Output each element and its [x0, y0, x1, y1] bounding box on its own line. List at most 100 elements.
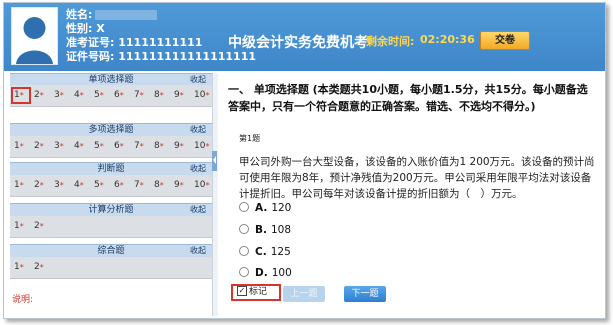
answer-option[interactable]: D. 100	[239, 266, 292, 280]
question-link[interactable]: 4*	[72, 178, 90, 193]
section-header: 多项选择题 收起	[10, 123, 212, 137]
radio-icon[interactable]	[239, 246, 249, 256]
question-link-number: 10	[194, 90, 206, 100]
unanswered-star: *	[39, 181, 44, 190]
collapse-section-link[interactable]: 收起	[190, 124, 206, 136]
section-title: 综合题	[97, 246, 125, 256]
question-link[interactable]: 3*	[52, 88, 70, 103]
collapse-section-link[interactable]: 收起	[190, 163, 206, 175]
mark-checkbox[interactable]: ✓ 标记	[231, 284, 281, 301]
radio-icon[interactable]	[239, 202, 249, 212]
question-number-row: 1* 2* 3* 4* 5* 6* 7* 8* 9* 10*	[10, 85, 212, 107]
question-link[interactable]: 9*	[172, 178, 190, 193]
unanswered-star: *	[19, 181, 24, 190]
question-link[interactable]: 2*	[32, 178, 50, 193]
question-link[interactable]: 5*	[92, 178, 110, 193]
collapse-section-link[interactable]: 收起	[190, 245, 206, 257]
unanswered-star: *	[39, 91, 44, 100]
avatar	[11, 7, 58, 65]
unanswered-star: *	[205, 181, 210, 190]
unanswered-star: *	[179, 142, 184, 151]
unanswered-star: *	[159, 142, 164, 151]
prev-question-button[interactable]: 上一题	[283, 286, 325, 302]
question-link[interactable]: 4*	[72, 88, 90, 103]
unanswered-star: *	[59, 181, 64, 190]
submit-button[interactable]: 交卷	[480, 31, 530, 50]
question-number-row: 1* 2*	[10, 257, 212, 279]
unanswered-star: *	[79, 142, 84, 151]
unanswered-star: *	[59, 142, 64, 151]
question-link-number: 10	[194, 180, 206, 190]
section-title: 计算分析题	[88, 205, 134, 215]
question-link[interactable]: 2*	[32, 260, 50, 275]
question-link[interactable]: 1*	[12, 260, 30, 275]
timer-label: 剩余时间:	[366, 35, 415, 48]
answer-option[interactable]: B. 108	[239, 223, 291, 237]
unanswered-star: *	[119, 142, 124, 151]
question-link[interactable]: 9*	[172, 88, 190, 103]
unanswered-star: *	[139, 91, 144, 100]
question-link[interactable]: 6*	[112, 178, 130, 193]
question-link[interactable]: 2*	[32, 139, 50, 154]
unanswered-star: *	[99, 91, 104, 100]
question-link[interactable]: 1*	[11, 87, 31, 104]
radio-icon[interactable]	[239, 267, 249, 277]
question-link[interactable]: 1*	[12, 219, 30, 234]
unanswered-star: *	[79, 91, 84, 100]
checkbox-icon[interactable]: ✓	[237, 285, 247, 296]
timer-value: 02:20:36	[420, 33, 475, 46]
question-navigator: 单项选择题 收起 1* 2* 3* 4* 5* 6* 7* 8* 9* 10* 多项选择题 收起 1* 2* 3…	[10, 73, 212, 316]
option-value: 108	[271, 224, 292, 236]
question-link[interactable]: 7*	[132, 178, 150, 193]
unanswered-star: *	[19, 91, 24, 100]
option-key: D.	[255, 267, 268, 279]
option-key: C.	[255, 246, 267, 258]
question-link[interactable]: 5*	[92, 88, 110, 103]
question-link[interactable]: 7*	[132, 139, 150, 154]
section-title: 多项选择题	[88, 125, 134, 135]
question-link[interactable]: 8*	[152, 139, 170, 154]
question-number-row: 1* 2* 3* 4* 5* 6* 7* 8* 9* 10*	[10, 136, 212, 158]
question-link-number: 10	[194, 141, 206, 151]
unanswered-star: *	[179, 181, 184, 190]
question-link[interactable]: 2*	[32, 88, 50, 103]
question-link[interactable]: 6*	[112, 88, 130, 103]
section-header: 综合题 收起	[10, 244, 212, 258]
name-redacted	[95, 10, 158, 20]
question-link[interactable]: 3*	[52, 178, 70, 193]
question-stem: 甲公司外购一台大型设备，该设备的入账价值为1 200万元。该设备的预计尚可使用年…	[239, 156, 595, 200]
radio-icon[interactable]	[239, 224, 249, 234]
person-silhouette-icon	[12, 8, 57, 64]
arrow-left-icon	[213, 156, 216, 164]
unanswered-star: *	[179, 91, 184, 100]
question-link[interactable]: 1*	[12, 178, 30, 193]
option-key: B.	[255, 224, 267, 236]
question-link[interactable]: 5*	[92, 139, 110, 154]
question-link[interactable]: 1*	[12, 139, 30, 154]
unanswered-star: *	[205, 142, 210, 151]
question-link[interactable]: 8*	[152, 178, 170, 193]
panel-divider	[212, 73, 218, 316]
question-link[interactable]: 4*	[72, 139, 90, 154]
question-link[interactable]: 2*	[32, 219, 50, 234]
answer-option[interactable]: A. 120	[239, 201, 291, 215]
unanswered-star: *	[119, 181, 124, 190]
exam-window: 姓名: 性别: X 准考证号: 11111111111 证件号码: 111111…	[3, 2, 606, 319]
question-link[interactable]: 7*	[132, 88, 150, 103]
question-link[interactable]: 9*	[172, 139, 190, 154]
unanswered-star: *	[205, 91, 210, 100]
question-link[interactable]: 8*	[152, 88, 170, 103]
section-title: 判断题	[97, 164, 125, 174]
section-header: 判断题 收起	[10, 162, 212, 176]
collapse-section-link[interactable]: 收起	[190, 204, 206, 216]
unanswered-star: *	[39, 222, 44, 231]
unanswered-star: *	[119, 91, 124, 100]
answer-option[interactable]: C. 125	[239, 245, 291, 259]
question-link[interactable]: 6*	[112, 139, 130, 154]
next-question-button[interactable]: 下一题	[344, 286, 386, 302]
question-number-row: 1* 2*	[10, 216, 212, 238]
question-link[interactable]: 3*	[52, 139, 70, 154]
unanswered-star: *	[79, 181, 84, 190]
unanswered-star: *	[139, 142, 144, 151]
unanswered-star: *	[99, 181, 104, 190]
